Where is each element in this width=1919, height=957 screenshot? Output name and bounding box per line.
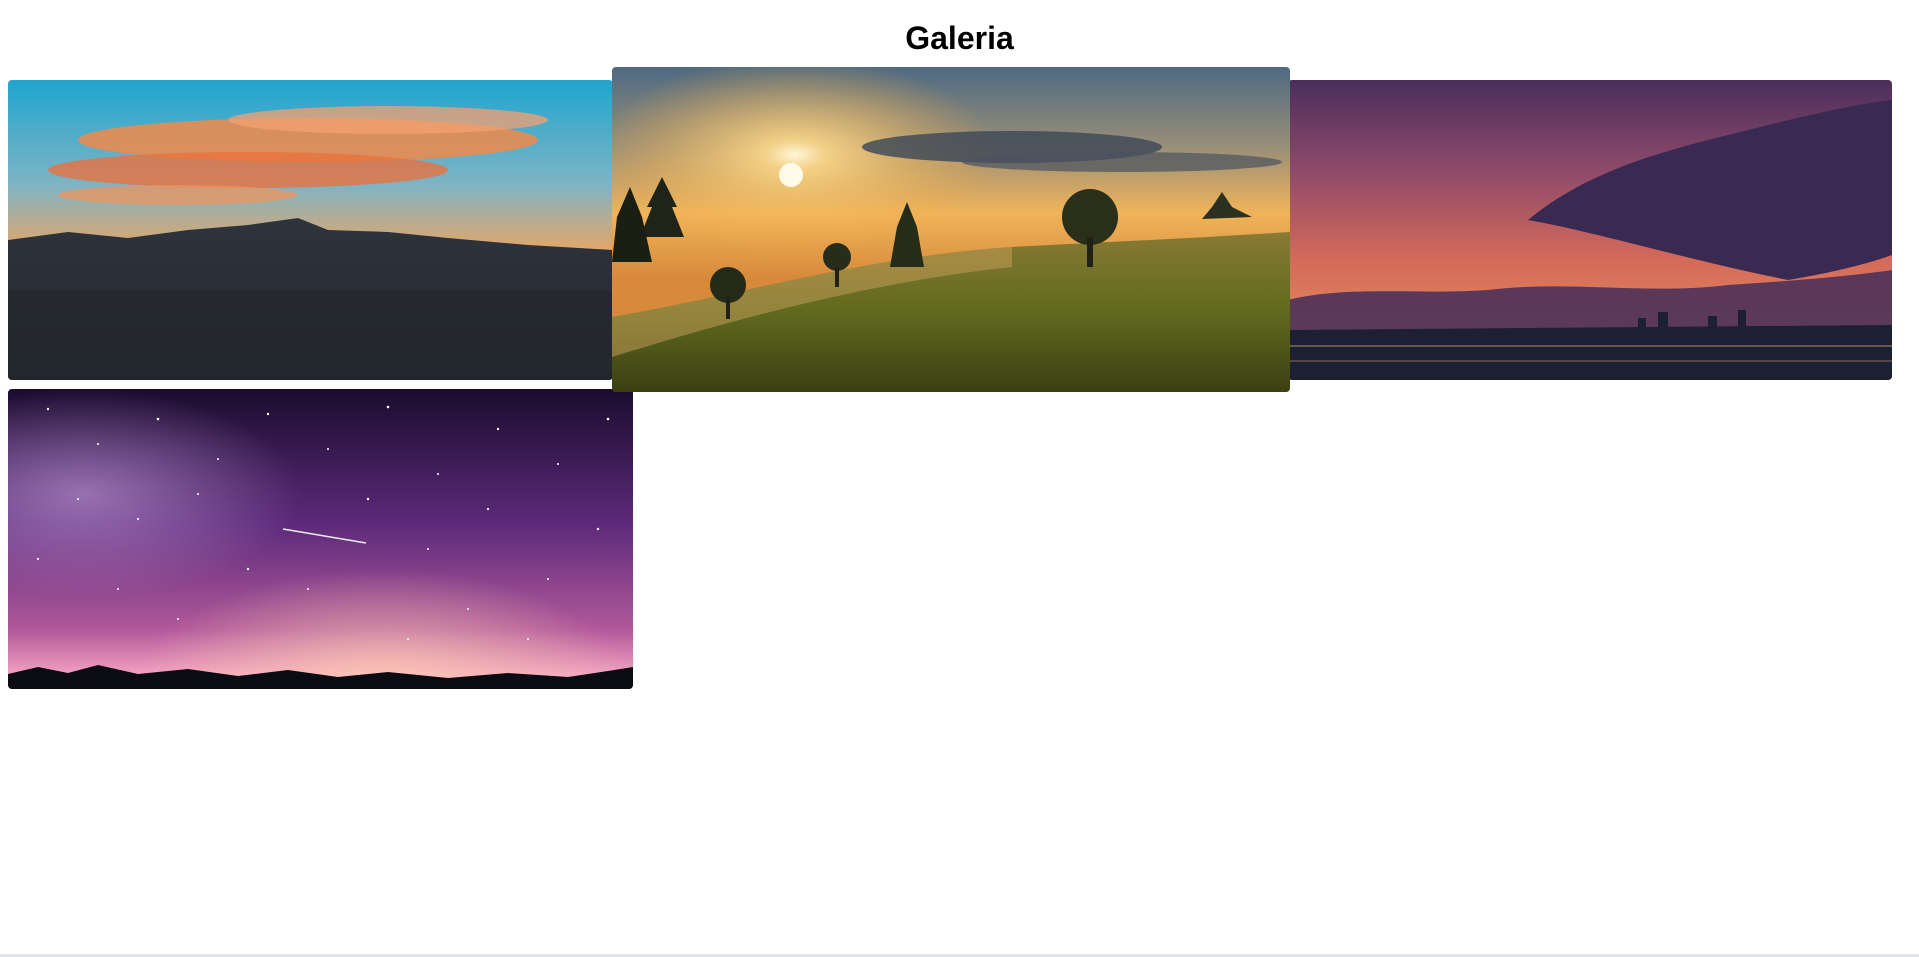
gallery-image-mountain-sunset[interactable] — [8, 80, 613, 380]
starry-night-photo — [8, 389, 633, 689]
city-dusk-photo — [1288, 80, 1892, 380]
gallery-page: Galeria — [0, 0, 1919, 957]
meadow-sunrise-photo — [612, 67, 1290, 392]
gallery-image-city-dusk[interactable] — [1288, 80, 1892, 380]
page-title: Galeria — [905, 20, 1014, 56]
gallery-image-starry-night[interactable] — [8, 389, 633, 689]
mountain-sunset-photo — [8, 80, 613, 380]
gallery-image-meadow-sunrise[interactable] — [612, 67, 1290, 392]
